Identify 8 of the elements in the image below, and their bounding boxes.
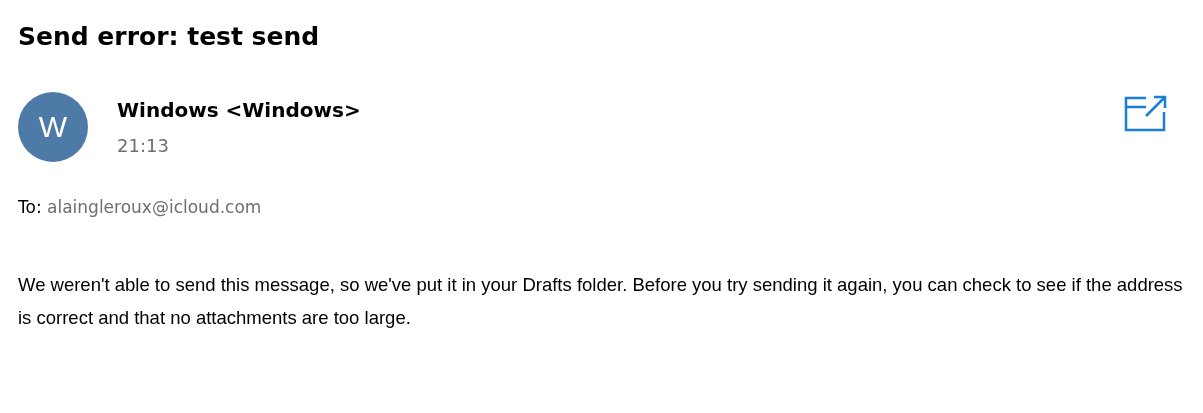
message-body: We weren't able to send this message, so we've put it in your Drafts folder. Before you try sending it again, you can check to see if the address is correct and that no attachments are too large. [18, 273, 1184, 330]
sender-name: Windows <Windows> [117, 97, 361, 124]
pop-out-icon[interactable] [1124, 94, 1168, 132]
recipient-address: alaingleroux@icloud.com [47, 197, 262, 217]
message-subject: Send error: test send [18, 21, 321, 53]
message-time: 21:13 [117, 134, 170, 158]
sender-avatar: W [18, 92, 88, 162]
to-label: To: [18, 197, 42, 217]
